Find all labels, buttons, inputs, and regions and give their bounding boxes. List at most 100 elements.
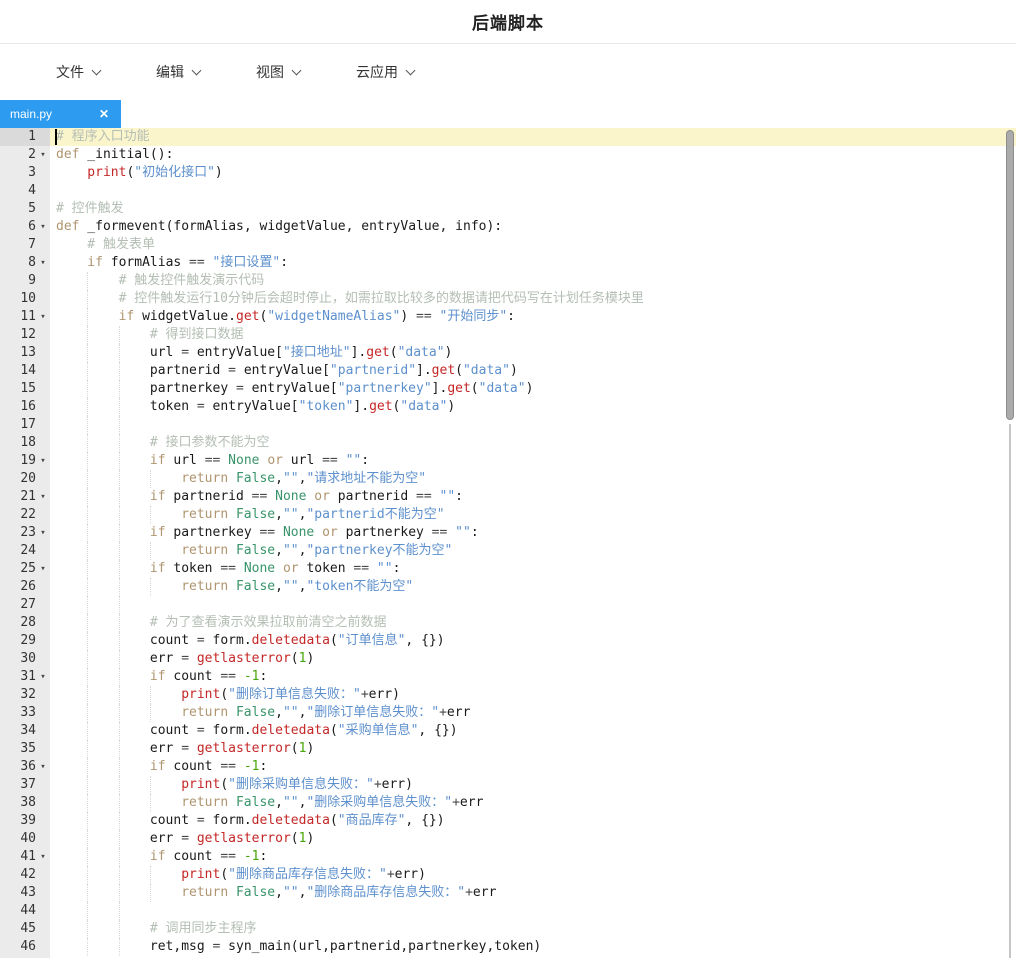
- code-line[interactable]: return False,"","删除采购单信息失败："+err: [50, 794, 1016, 812]
- fold-arrow-icon[interactable]: ▾: [36, 758, 50, 776]
- code-line[interactable]: count = form.deletedata("商品库存", {}): [50, 812, 1016, 830]
- code-editor[interactable]: 12▾3456▾78▾91011▾1213141516171819▾2021▾2…: [0, 128, 1016, 958]
- code-line[interactable]: # 调用同步主程序: [50, 920, 1016, 938]
- gutter-cell[interactable]: 28: [0, 614, 50, 632]
- code-line[interactable]: # 控件触发运行10分钟后会超时停止，如需拉取比较多的数据请把代码写在计划任务模…: [50, 290, 1016, 308]
- code-line[interactable]: # 触发表单: [50, 236, 1016, 254]
- fold-arrow-icon[interactable]: ▾: [36, 488, 50, 506]
- gutter-cell[interactable]: 32: [0, 686, 50, 704]
- gutter-cell[interactable]: 2▾: [0, 146, 50, 164]
- code-line[interactable]: partnerid = entryValue["partnerid"].get(…: [50, 362, 1016, 380]
- code-line[interactable]: return False,"","partnerkey不能为空": [50, 542, 1016, 560]
- gutter-cell[interactable]: 7: [0, 236, 50, 254]
- code-line[interactable]: print("删除采购单信息失败："+err): [50, 776, 1016, 794]
- gutter-cell[interactable]: 43: [0, 884, 50, 902]
- menu-item-cloud-app[interactable]: 云应用: [356, 62, 428, 82]
- code-line[interactable]: if url == None or url == "":: [50, 452, 1016, 470]
- close-icon[interactable]: ✕: [99, 108, 109, 120]
- fold-arrow-icon[interactable]: ▾: [36, 452, 50, 470]
- code-line[interactable]: if widgetValue.get("widgetNameAlias") ==…: [50, 308, 1016, 326]
- code-line[interactable]: [50, 902, 1016, 920]
- gutter-cell[interactable]: 1: [0, 128, 50, 146]
- code-line[interactable]: ret,msg = syn_main(url,partnerid,partner…: [50, 938, 1016, 956]
- gutter-cell[interactable]: 41▾: [0, 848, 50, 866]
- fold-arrow-icon[interactable]: ▾: [36, 668, 50, 686]
- code-line[interactable]: # 触发控件触发演示代码: [50, 272, 1016, 290]
- gutter-cell[interactable]: 34: [0, 722, 50, 740]
- code-line[interactable]: # 得到接口数据: [50, 326, 1016, 344]
- code-line[interactable]: err = getlasterror(1): [50, 740, 1016, 758]
- code-line[interactable]: [50, 596, 1016, 614]
- code-line[interactable]: err = getlasterror(1): [50, 650, 1016, 668]
- code-line[interactable]: # 程序入口功能: [50, 128, 1016, 146]
- gutter-cell[interactable]: 21▾: [0, 488, 50, 506]
- code-line[interactable]: if count == -1:: [50, 668, 1016, 686]
- gutter-cell[interactable]: 44: [0, 902, 50, 920]
- gutter-cell[interactable]: 4: [0, 182, 50, 200]
- code-line[interactable]: partnerkey = entryValue["partnerkey"].ge…: [50, 380, 1016, 398]
- code-line[interactable]: print("删除订单信息失败："+err): [50, 686, 1016, 704]
- fold-arrow-icon[interactable]: ▾: [36, 848, 50, 866]
- code-line[interactable]: print("删除商品库存信息失败："+err): [50, 866, 1016, 884]
- code-line[interactable]: [50, 182, 1016, 200]
- gutter-cell[interactable]: 38: [0, 794, 50, 812]
- gutter-cell[interactable]: 26: [0, 578, 50, 596]
- gutter-cell[interactable]: 11▾: [0, 308, 50, 326]
- gutter-cell[interactable]: 35: [0, 740, 50, 758]
- code-line[interactable]: return False,"","请求地址不能为空": [50, 470, 1016, 488]
- code-line[interactable]: return False,"","删除商品库存信息失败："+err: [50, 884, 1016, 902]
- gutter-cell[interactable]: 30: [0, 650, 50, 668]
- code-line[interactable]: if partnerkey == None or partnerkey == "…: [50, 524, 1016, 542]
- scrollbar-thumb[interactable]: [1006, 130, 1014, 420]
- gutter-cell[interactable]: 16: [0, 398, 50, 416]
- code-line[interactable]: def _initial():: [50, 146, 1016, 164]
- gutter-cell[interactable]: 46: [0, 938, 50, 956]
- fold-arrow-icon[interactable]: ▾: [36, 308, 50, 326]
- gutter-cell[interactable]: 8▾: [0, 254, 50, 272]
- code-line[interactable]: count = form.deletedata("采购单信息", {}): [50, 722, 1016, 740]
- gutter-cell[interactable]: 14: [0, 362, 50, 380]
- code-line[interactable]: if formAlias == "接口设置":: [50, 254, 1016, 272]
- fold-arrow-icon[interactable]: ▾: [36, 218, 50, 236]
- code-line[interactable]: # 接口参数不能为空: [50, 434, 1016, 452]
- gutter-cell[interactable]: 45: [0, 920, 50, 938]
- gutter-cell[interactable]: 40: [0, 830, 50, 848]
- gutter-cell[interactable]: 15: [0, 380, 50, 398]
- fold-arrow-icon[interactable]: ▾: [36, 524, 50, 542]
- gutter-cell[interactable]: 36▾: [0, 758, 50, 776]
- fold-arrow-icon[interactable]: ▾: [36, 254, 50, 272]
- code-line[interactable]: token = entryValue["token"].get("data"): [50, 398, 1016, 416]
- gutter-cell[interactable]: 6▾: [0, 218, 50, 236]
- gutter-cell[interactable]: 13: [0, 344, 50, 362]
- code-line[interactable]: # 控件触发: [50, 200, 1016, 218]
- gutter-cell[interactable]: 24: [0, 542, 50, 560]
- gutter-cell[interactable]: 22: [0, 506, 50, 524]
- gutter-cell[interactable]: 19▾: [0, 452, 50, 470]
- gutter-cell[interactable]: 33: [0, 704, 50, 722]
- code-area[interactable]: # 程序入口功能def _initial(): print("初始化接口")# …: [50, 128, 1016, 958]
- gutter-cell[interactable]: 23▾: [0, 524, 50, 542]
- gutter-cell[interactable]: 31▾: [0, 668, 50, 686]
- code-line[interactable]: if token == None or token == "":: [50, 560, 1016, 578]
- gutter-cell[interactable]: 9: [0, 272, 50, 290]
- menu-item-edit[interactable]: 编辑: [156, 62, 228, 82]
- code-line[interactable]: url = entryValue["接口地址"].get("data"): [50, 344, 1016, 362]
- menu-item-file[interactable]: 文件: [56, 62, 128, 82]
- code-line[interactable]: count = form.deletedata("订单信息", {}): [50, 632, 1016, 650]
- code-line[interactable]: # 为了查看演示效果拉取前清空之前数据: [50, 614, 1016, 632]
- gutter-cell[interactable]: 27: [0, 596, 50, 614]
- gutter-cell[interactable]: 12: [0, 326, 50, 344]
- gutter-cell[interactable]: 20: [0, 470, 50, 488]
- gutter-cell[interactable]: 3: [0, 164, 50, 182]
- code-line[interactable]: return False,"","删除订单信息失败："+err: [50, 704, 1016, 722]
- code-line[interactable]: return False,"","token不能为空": [50, 578, 1016, 596]
- code-line[interactable]: err = getlasterror(1): [50, 830, 1016, 848]
- gutter-cell[interactable]: 17: [0, 416, 50, 434]
- gutter-cell[interactable]: 25▾: [0, 560, 50, 578]
- code-line[interactable]: return False,"","partnerid不能为空": [50, 506, 1016, 524]
- tab-main-py[interactable]: main.py ✕: [0, 100, 121, 128]
- fold-arrow-icon[interactable]: ▾: [36, 146, 50, 164]
- gutter-cell[interactable]: 18: [0, 434, 50, 452]
- gutter-cell[interactable]: 39: [0, 812, 50, 830]
- code-line[interactable]: if count == -1:: [50, 758, 1016, 776]
